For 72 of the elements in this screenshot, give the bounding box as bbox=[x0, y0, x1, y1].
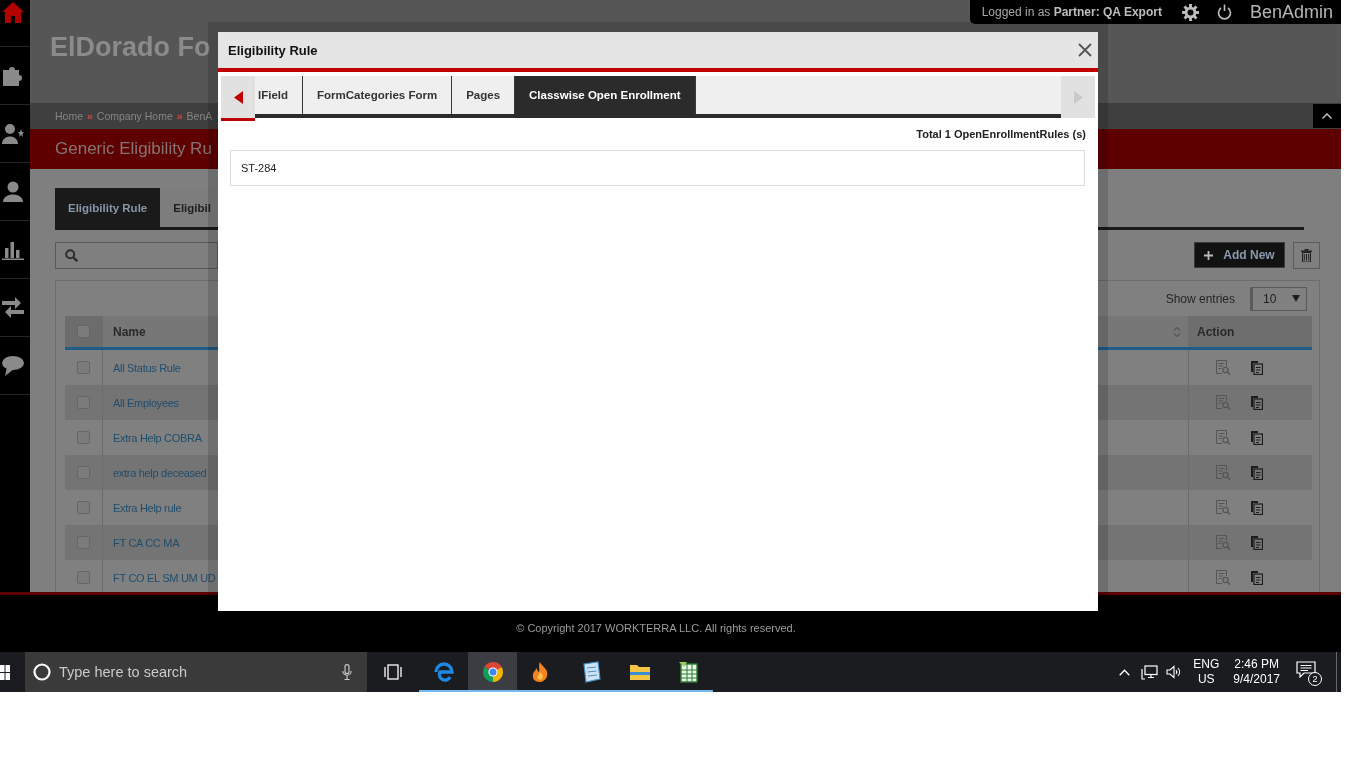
row-checkbox[interactable] bbox=[77, 571, 90, 584]
plus-icon bbox=[1204, 250, 1214, 260]
show-entries-label: Show entries bbox=[1165, 291, 1235, 306]
breadcrumb-separator: » bbox=[176, 110, 183, 122]
rule-name-link[interactable]: Extra Help COBRA bbox=[113, 431, 202, 444]
login-text: Logged in as Partner: QA Export bbox=[981, 5, 1162, 19]
swirl-icon[interactable] bbox=[432, 661, 455, 683]
speaker-icon[interactable] bbox=[1166, 665, 1182, 679]
row-checkbox[interactable] bbox=[77, 501, 90, 514]
search-icon bbox=[65, 248, 78, 262]
chevron-up-icon[interactable] bbox=[1119, 668, 1131, 676]
copy-icon[interactable] bbox=[1251, 535, 1263, 550]
total-count-text: Total 1 OpenEnrollmentRules (s) bbox=[916, 128, 1086, 140]
breadcrumb-separator: » bbox=[87, 110, 93, 122]
dropdown-arrow-icon bbox=[1292, 295, 1300, 302]
page-size-select[interactable]: 10 bbox=[1250, 286, 1307, 311]
chat-bubble-icon[interactable] bbox=[2, 355, 24, 376]
tab[interactable]: FormCategories Form bbox=[303, 76, 453, 114]
monitor-icon[interactable] bbox=[1141, 664, 1159, 680]
scroll-left-button[interactable] bbox=[221, 76, 255, 121]
puzzle-icon[interactable] bbox=[2, 65, 24, 86]
settings-icon[interactable] bbox=[1181, 3, 1199, 21]
trash-icon bbox=[1301, 248, 1312, 262]
four-panes-icon[interactable] bbox=[0, 664, 10, 680]
spreadsheet-icon[interactable] bbox=[677, 661, 700, 683]
search-field[interactable]: Type here to search bbox=[25, 652, 367, 692]
copy-icon[interactable] bbox=[1251, 500, 1263, 515]
language-label[interactable]: ENG bbox=[1193, 657, 1220, 672]
clock-time[interactable]: 2:46 PM bbox=[1234, 657, 1279, 672]
rule-name-link[interactable]: FT CO EL SM UM UD bbox=[113, 571, 216, 584]
row-checkbox[interactable] bbox=[77, 361, 90, 374]
close-icon[interactable] bbox=[1078, 43, 1092, 57]
clock-date[interactable]: 9/4/2017 bbox=[1233, 672, 1280, 687]
ring-icon bbox=[33, 663, 51, 681]
region-label[interactable]: US bbox=[1197, 672, 1215, 687]
copy-icon[interactable] bbox=[1251, 360, 1263, 375]
breadcrumb-link[interactable]: Home bbox=[55, 110, 83, 122]
rule-name-link[interactable]: All Status Rule bbox=[113, 361, 181, 374]
tab[interactable]: Classwise Open Enrollment bbox=[515, 76, 696, 114]
swap-arrows-icon[interactable] bbox=[2, 297, 24, 318]
tab[interactable]: Eligibility Rule bbox=[55, 188, 161, 227]
caret-up-icon[interactable] bbox=[1322, 113, 1332, 119]
app-name: BenAdmin bbox=[1249, 1, 1333, 23]
caret-left-icon[interactable] bbox=[233, 90, 243, 104]
copy-icon[interactable] bbox=[1251, 395, 1263, 410]
column-header: Action bbox=[1197, 324, 1235, 339]
add-new-button[interactable]: Add New bbox=[1194, 242, 1285, 268]
search-field[interactable] bbox=[55, 241, 218, 269]
power-icon[interactable] bbox=[1216, 4, 1232, 20]
row-checkbox[interactable] bbox=[77, 431, 90, 444]
breadcrumb-link[interactable]: Company Home bbox=[96, 110, 173, 122]
segmented-circle-icon[interactable] bbox=[481, 661, 504, 683]
user-icon[interactable] bbox=[2, 181, 24, 202]
breadcrumb-link[interactable]: BenA bbox=[186, 110, 213, 122]
copy-icon[interactable] bbox=[1251, 465, 1263, 480]
task-view-icon[interactable] bbox=[384, 664, 402, 680]
copy-icon[interactable] bbox=[1251, 570, 1263, 585]
copyright-text: © Copyright 2017 WORKTERRA LLC. All rights reserved. bbox=[516, 622, 796, 636]
user-star-icon[interactable] bbox=[2, 123, 24, 144]
notification-icon[interactable] bbox=[1296, 661, 1316, 678]
taskbar-app-button[interactable] bbox=[468, 652, 517, 692]
tab[interactable]: lField bbox=[255, 76, 304, 114]
rule-name-link[interactable]: Extra Help rule bbox=[113, 501, 182, 514]
notification-count: 2 bbox=[1308, 672, 1322, 686]
home-icon[interactable] bbox=[2, 2, 24, 23]
column-header[interactable]: Name bbox=[113, 324, 146, 339]
bar-chart-icon[interactable] bbox=[2, 239, 24, 260]
microphone-icon[interactable] bbox=[342, 664, 352, 680]
delete-button[interactable] bbox=[1293, 241, 1320, 269]
list-item[interactable]: ST-284 bbox=[230, 150, 1085, 186]
copy-icon[interactable] bbox=[1251, 430, 1263, 445]
dialog-title: Eligibility Rule bbox=[228, 42, 318, 58]
